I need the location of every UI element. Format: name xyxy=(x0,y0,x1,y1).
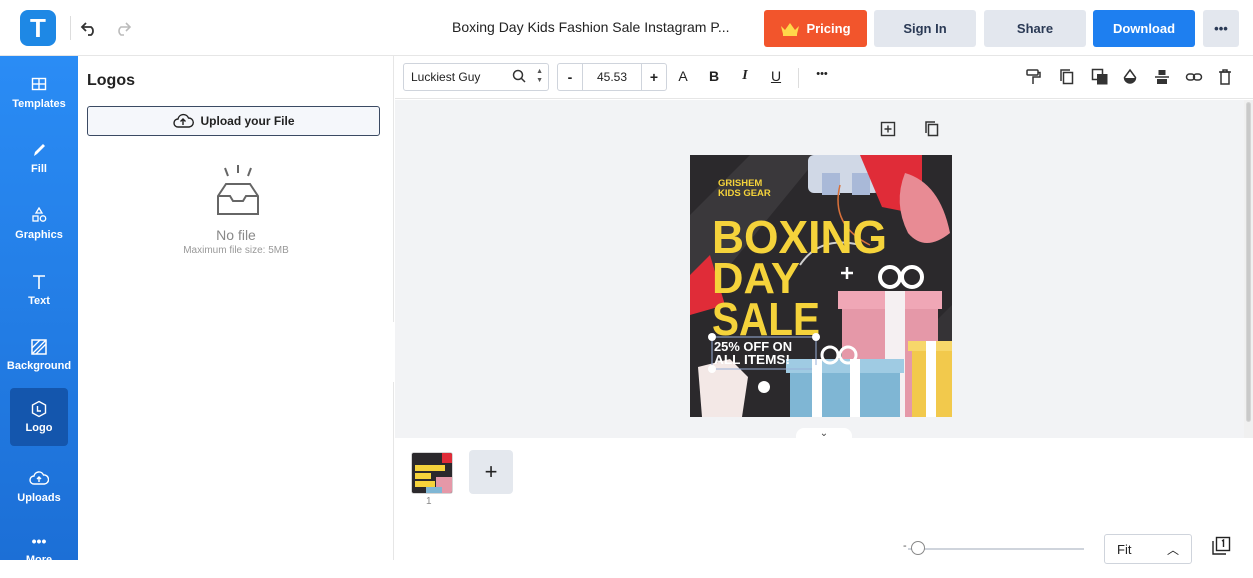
panel-title: Logos xyxy=(87,72,135,89)
sidebar-item-uploads[interactable]: Uploads xyxy=(0,458,78,516)
design-canvas[interactable]: GRISHEM KIDS GEAR BOXING DAY SALE 25% OF… xyxy=(690,155,952,417)
design-artwork: GRISHEM KIDS GEAR BOXING DAY SALE 25% OF… xyxy=(690,155,952,417)
background-icon xyxy=(0,338,78,360)
font-stepper-icon[interactable]: ▲ ▼ xyxy=(536,67,543,85)
sidebar-item-templates[interactable]: Templates xyxy=(0,64,78,122)
sidebar-label: Background xyxy=(6,360,72,372)
pricing-button[interactable]: Pricing xyxy=(764,10,867,47)
top-bar: T Boxing Day Kids Fashion Sale Instagram… xyxy=(0,0,1253,56)
logos-panel: Logos Upload your File No file Maximum f… xyxy=(78,56,394,560)
vertical-scrollbar[interactable] xyxy=(1244,100,1253,438)
link-icon[interactable] xyxy=(1185,68,1203,86)
design-brand-line2: KIDS GEAR xyxy=(718,188,771,199)
opacity-icon[interactable] xyxy=(1122,68,1138,86)
sidebar-item-more[interactable]: ••• More xyxy=(0,520,78,578)
redo-icon[interactable] xyxy=(110,14,136,42)
font-size-control: - 45.53 + xyxy=(557,63,667,91)
sidebar-label: Logo xyxy=(25,422,53,434)
zoom-mode-label: Fit xyxy=(1117,541,1132,557)
pages-strip: 1 + - Fit ︿ xyxy=(395,438,1253,564)
document-title[interactable]: Boxing Day Kids Fashion Sale Instagram P… xyxy=(452,19,730,35)
copy-icon[interactable] xyxy=(1059,68,1075,86)
pencil-icon xyxy=(0,141,78,163)
add-page-icon[interactable] xyxy=(878,119,898,139)
layer-order-icon[interactable] xyxy=(1091,68,1109,86)
upload-label: Upload your File xyxy=(200,114,295,128)
text-icon xyxy=(0,273,78,295)
font-name: Luckiest Guy xyxy=(411,70,481,84)
more-icon: ••• xyxy=(31,533,47,549)
format-painter-icon[interactable] xyxy=(1025,68,1041,86)
sidebar-label: Templates xyxy=(12,98,66,110)
cloud-upload-icon xyxy=(173,113,195,128)
crown-icon xyxy=(781,22,800,36)
app-logo[interactable]: T xyxy=(20,10,56,46)
align-icon[interactable] xyxy=(1154,68,1170,86)
zoom-slider[interactable] xyxy=(908,548,1084,550)
more-menu-button[interactable]: ••• xyxy=(1203,10,1239,47)
sidebar-label: Fill xyxy=(31,163,47,175)
more-text-options-button[interactable]: ••• xyxy=(813,68,831,80)
page-list-icon[interactable] xyxy=(1211,536,1231,556)
sidebar-item-fill[interactable]: Fill xyxy=(0,129,78,187)
undo-icon[interactable] xyxy=(76,14,102,42)
templates-icon xyxy=(0,76,78,98)
search-icon[interactable] xyxy=(512,69,526,83)
zoom-out-icon[interactable]: - xyxy=(903,540,907,552)
zoom-slider-knob[interactable] xyxy=(911,541,926,555)
underline-button[interactable]: U xyxy=(767,68,785,84)
sidebar: Templates Fill Graphics Text Background … xyxy=(0,56,78,566)
text-toolbar: Luckiest Guy ▲ ▼ - 45.53 + A B I U ••• xyxy=(395,56,1253,99)
delete-icon[interactable] xyxy=(1217,68,1233,86)
duplicate-page-icon[interactable] xyxy=(922,119,942,139)
pricing-label: Pricing xyxy=(806,21,851,36)
bold-button[interactable]: B xyxy=(705,68,723,84)
divider xyxy=(798,68,799,88)
upload-file-button[interactable]: Upload your File xyxy=(87,106,380,136)
sign-in-button[interactable]: Sign In xyxy=(874,10,976,47)
cloud-upload-icon xyxy=(0,470,78,492)
empty-inbox-icon xyxy=(217,165,259,215)
design-offer-line2: ALL ITEMS! xyxy=(714,352,790,367)
font-size-decrease-button[interactable]: - xyxy=(558,69,582,85)
sidebar-label: Graphics xyxy=(15,229,63,241)
sidebar-item-text[interactable]: Text xyxy=(0,261,78,319)
empty-state-subtitle: Maximum file size: 5MB xyxy=(183,245,289,256)
font-family-select[interactable]: Luckiest Guy ▲ ▼ xyxy=(403,63,549,91)
scrollbar-thumb[interactable] xyxy=(1246,102,1251,422)
share-button[interactable]: Share xyxy=(984,10,1086,47)
sidebar-item-logo[interactable]: Logo xyxy=(10,388,68,446)
download-button[interactable]: Download xyxy=(1093,10,1195,47)
page-number: 1 xyxy=(426,496,432,507)
sidebar-item-graphics[interactable]: Graphics xyxy=(0,195,78,253)
empty-state-title: No file xyxy=(216,227,256,243)
sidebar-item-background[interactable]: Background xyxy=(0,326,78,384)
divider xyxy=(70,16,71,40)
shapes-icon xyxy=(0,207,78,229)
add-page-button[interactable]: + xyxy=(469,450,513,494)
sidebar-label: More xyxy=(25,554,53,566)
page-thumbnail[interactable] xyxy=(411,452,453,494)
font-size-increase-button[interactable]: + xyxy=(642,69,666,85)
chevron-up-icon: ︿ xyxy=(1166,543,1179,557)
text-case-button[interactable]: A xyxy=(674,68,692,84)
logo-icon xyxy=(10,400,68,422)
sidebar-label: Uploads xyxy=(17,492,61,504)
sidebar-label: Text xyxy=(28,295,50,307)
font-size-input[interactable]: 45.53 xyxy=(582,64,642,90)
italic-button[interactable]: I xyxy=(736,68,754,84)
